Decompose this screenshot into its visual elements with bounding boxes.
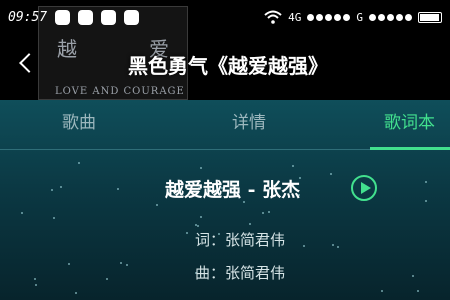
star-dot: [120, 262, 122, 264]
star-dot: [126, 264, 128, 266]
signal-strength-1: [307, 13, 351, 21]
star-dot: [68, 263, 70, 265]
song-title: 越爱越强 - 张杰: [165, 179, 301, 201]
cover-caption: LOVE AND COURAGE: [55, 86, 185, 97]
star-dot: [106, 278, 108, 280]
star-dot: [425, 200, 427, 202]
star-dot: [332, 244, 334, 246]
play-button[interactable]: [351, 175, 377, 201]
star-dot: [303, 245, 305, 247]
star-dot: [200, 167, 202, 169]
wifi-icon: [264, 10, 282, 24]
star-dot: [197, 225, 199, 227]
star-dot: [53, 217, 55, 219]
star-dot: [156, 204, 158, 206]
star-dot: [417, 290, 419, 292]
star-dot: [35, 284, 37, 286]
star-dot: [51, 189, 53, 191]
star-dot: [262, 212, 264, 214]
composer-credit: 曲：张简君伟: [195, 264, 286, 282]
network-4g-label: 4G: [288, 10, 302, 24]
star-dot: [330, 173, 332, 175]
star-dot: [381, 290, 383, 292]
cover-char-1: 越: [57, 37, 77, 61]
tab-lyrics[interactable]: 歌词本: [384, 108, 435, 133]
play-icon: [361, 182, 371, 194]
status-time: 09:57: [8, 9, 48, 25]
star-dot: [337, 246, 339, 248]
tab-details[interactable]: 详情: [232, 108, 266, 133]
star-dot: [195, 224, 197, 226]
notification-icon: [78, 9, 94, 25]
tab-songs[interactable]: 歌曲: [62, 108, 96, 133]
weibo-icon: [55, 9, 71, 25]
network-g-label: G: [356, 10, 363, 24]
star-dot: [78, 162, 80, 164]
star-dot: [186, 232, 188, 234]
active-tab-indicator: [370, 147, 450, 150]
signal-strength-2: [369, 13, 412, 21]
star-dot: [34, 278, 36, 280]
star-dot: [249, 223, 251, 225]
battery-icon: [418, 11, 442, 23]
status-bar: 09:57 4G G: [0, 0, 450, 34]
content-area: 歌曲 详情 歌词本 越爱越强 - 张杰 词：张简君伟 曲：张简君伟: [0, 100, 450, 300]
tab-bar: 歌曲 详情 歌词本: [0, 100, 450, 150]
star-dot: [412, 275, 414, 277]
qq-icon: [101, 9, 117, 25]
star-dot: [60, 186, 62, 188]
star-dot: [268, 211, 270, 213]
back-icon[interactable]: [19, 53, 39, 73]
page-title: 黑色勇气《越爱越强》: [128, 54, 328, 78]
star-dot: [425, 181, 427, 183]
shield-icon: [124, 9, 140, 25]
star-dot: [21, 212, 23, 214]
star-dot: [75, 292, 77, 294]
star-dot: [200, 216, 202, 218]
star-dot: [117, 188, 119, 190]
star-dot: [292, 165, 294, 167]
lyricist-credit: 词：张简君伟: [195, 231, 286, 249]
